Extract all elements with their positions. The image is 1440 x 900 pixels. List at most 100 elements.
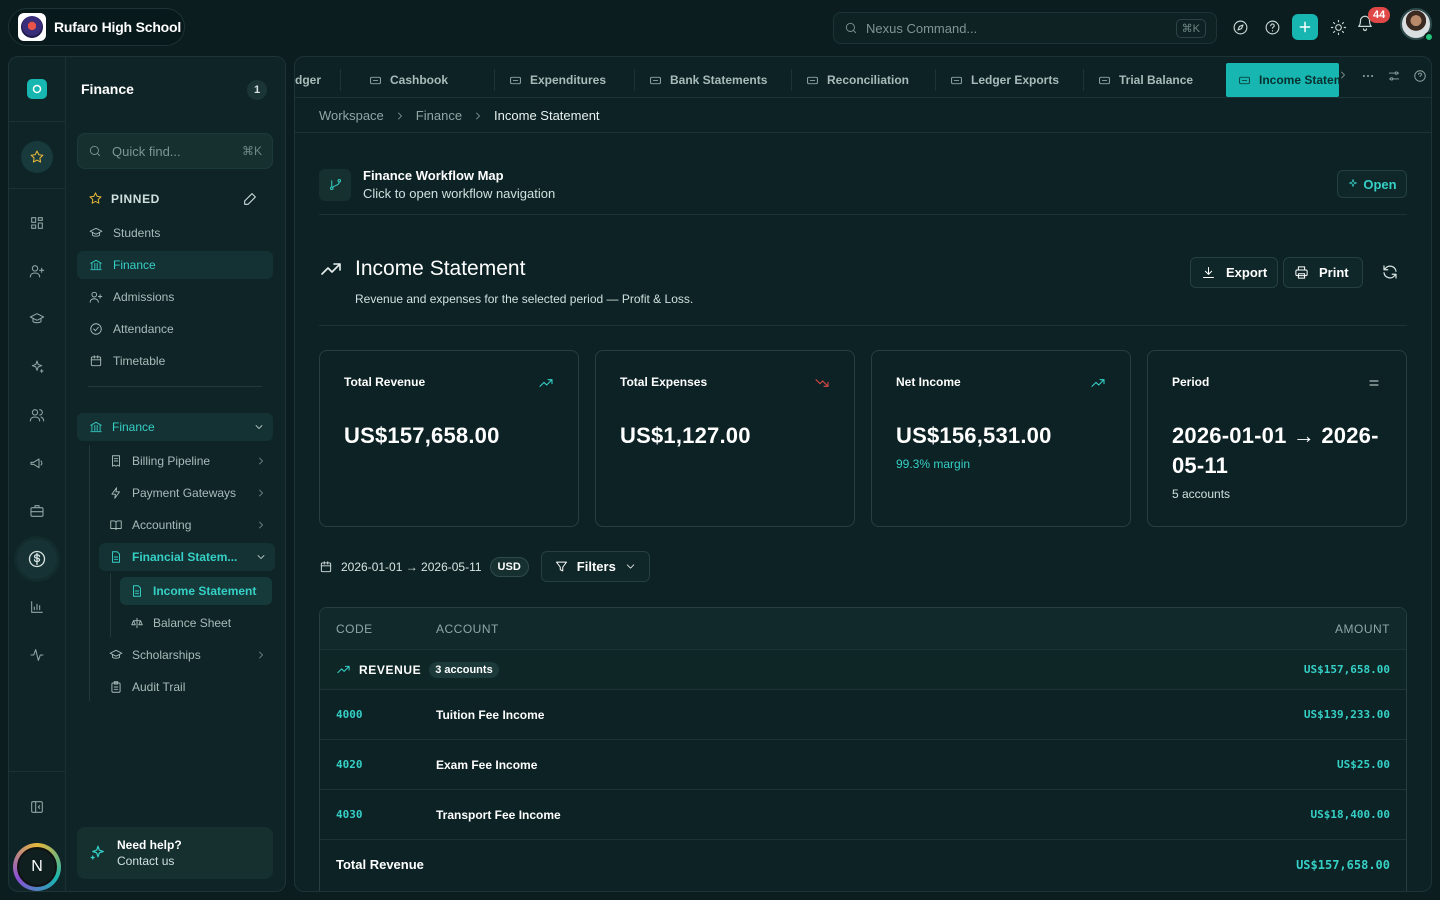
divider <box>88 386 262 387</box>
workflow-map-banner[interactable]: Finance Workflow Map Click to open workf… <box>319 168 555 201</box>
zap-icon <box>109 486 123 500</box>
pinned-item-timetable[interactable]: Timetable <box>77 347 273 375</box>
tab-expenditures[interactable]: Expenditures <box>497 63 606 97</box>
trending-up-icon <box>336 662 351 677</box>
tab-icon <box>509 74 522 87</box>
stat-value: US$156,531.00 <box>896 423 1052 448</box>
user-plus-icon[interactable] <box>27 261 47 281</box>
table-row[interactable]: 4020 Exam Fee Income US$25.00 <box>320 739 1406 789</box>
nav-item-billing-pipeline[interactable]: Billing Pipeline <box>99 447 275 475</box>
chevron-right-icon[interactable] <box>1337 69 1349 83</box>
activity-icon[interactable] <box>27 645 47 665</box>
nav-item-scholarships[interactable]: Scholarships <box>99 641 275 669</box>
chevron-right-icon <box>255 649 267 661</box>
help-subtitle: Contact us <box>117 854 175 868</box>
table-group-revenue[interactable]: REVENUE 3 accounts US$157,658.00 <box>320 649 1406 689</box>
tab-icon <box>369 74 382 87</box>
nav-item-payment-gateways[interactable]: Payment Gateways <box>99 479 275 507</box>
filters-button[interactable]: Filters <box>540 551 650 582</box>
users-icon[interactable] <box>27 405 47 425</box>
stat-card-period: Period 2026-01-01 → 2026-05-11 5 account… <box>1147 350 1407 527</box>
chevron-right-icon <box>472 110 484 122</box>
help-icon[interactable] <box>1260 15 1284 39</box>
pinned-header: PINNED <box>88 191 160 206</box>
table-row[interactable]: 4030 Transport Fee Income US$18,400.00 <box>320 789 1406 839</box>
workflow-open-button[interactable]: Open <box>1337 170 1407 198</box>
tab-reconciliation[interactable]: Reconciliation <box>794 63 909 97</box>
stat-value: 2026-01-01 → 2026-05-11 <box>1172 423 1379 478</box>
nav-item-accounting[interactable]: Accounting <box>99 511 275 539</box>
chevron-right-icon <box>255 519 267 531</box>
tab-income-statement[interactable]: Income Statem <box>1226 63 1339 97</box>
left-panel: N Finance 1 Quick find... ⌘K PINNED Stud… <box>8 56 286 892</box>
tab-icon <box>649 74 662 87</box>
nav-item-financial-statements[interactable]: Financial Statem... <box>99 543 275 571</box>
export-button[interactable]: Export <box>1190 257 1279 288</box>
tab-icon <box>806 74 819 87</box>
bank-icon <box>89 258 103 272</box>
search-icon <box>88 144 102 158</box>
chevron-down-icon <box>253 421 265 433</box>
nav-group-finance[interactable]: Finance <box>77 413 273 441</box>
dashboard-icon[interactable] <box>27 213 47 233</box>
collapse-sidebar-icon[interactable] <box>27 797 47 817</box>
nav-item-balance-sheet[interactable]: Balance Sheet <box>120 609 272 637</box>
nav-item-income-statement[interactable]: Income Statement <box>120 577 272 605</box>
tab-cashbook[interactable]: Cashbook <box>357 63 448 97</box>
app-logo[interactable] <box>27 79 47 99</box>
tab-ledger-exports[interactable]: Ledger Exports <box>938 63 1059 97</box>
sparkles-icon <box>89 844 107 862</box>
theme-sun-icon[interactable] <box>1326 15 1350 39</box>
date-range[interactable]: 2026-01-01 → 2026-05-11 <box>341 560 482 574</box>
breadcrumb-current: Income Statement <box>494 108 600 123</box>
printer-icon <box>1294 265 1309 280</box>
print-button[interactable]: Print <box>1283 257 1363 288</box>
tab-bank-statements[interactable]: Bank Statements <box>637 63 767 97</box>
quick-find-shortcut: ⌘K <box>241 144 262 158</box>
currency-badge: USD <box>489 556 529 577</box>
school-name: Rufaro High School <box>54 19 182 35</box>
table-total-row: Total Revenue US$157,658.00 <box>320 839 1406 889</box>
star-icon[interactable] <box>21 141 53 173</box>
trending-up-icon <box>319 257 343 281</box>
briefcase-icon[interactable] <box>27 501 47 521</box>
help-icon[interactable] <box>1413 69 1427 83</box>
breadcrumb-finance[interactable]: Finance <box>416 108 462 123</box>
bar-chart-icon[interactable] <box>27 597 47 617</box>
chevron-down-icon <box>624 560 637 573</box>
help-title: Need help? <box>117 838 182 852</box>
edit-pinned-icon[interactable] <box>242 191 258 207</box>
nav-item-audit-trail[interactable]: Audit Trail <box>99 673 275 701</box>
breadcrumb-workspace[interactable]: Workspace <box>319 108 384 123</box>
pinned-item-admissions[interactable]: Admissions <box>77 283 273 311</box>
tab-trial-balance[interactable]: Trial Balance <box>1086 63 1193 97</box>
graduation-cap-icon[interactable] <box>27 309 47 329</box>
command-search-input[interactable]: Nexus Command... ⌘K <box>833 12 1217 44</box>
sparkles-icon[interactable] <box>27 357 47 377</box>
trending-up-icon <box>538 375 554 391</box>
notification-count-badge: 44 <box>1368 7 1391 23</box>
megaphone-icon[interactable] <box>27 453 47 473</box>
tab-ledger[interactable]: dger <box>295 63 321 97</box>
help-contact-card[interactable]: Need help? Contact us <box>77 827 273 879</box>
school-switcher[interactable]: Rufaro High School <box>8 8 185 46</box>
user-initial-avatar[interactable]: N <box>13 843 61 891</box>
pinned-item-finance[interactable]: Finance <box>77 251 273 279</box>
secondary-nav: Finance 1 Quick find... ⌘K PINNED Studen… <box>66 57 286 891</box>
pinned-item-attendance[interactable]: Attendance <box>77 315 273 343</box>
workflow-subtitle: Click to open workflow navigation <box>363 186 556 201</box>
page-subtitle: Revenue and expenses for the selected pe… <box>355 292 694 306</box>
compass-icon[interactable] <box>1228 15 1252 39</box>
scale-icon <box>130 616 144 630</box>
net-margin: 99.3% margin <box>896 457 971 471</box>
table-row[interactable]: 4000 Tuition Fee Income US$139,233.00 <box>320 689 1406 739</box>
refresh-icon[interactable] <box>1381 263 1399 281</box>
tab-bar: dger Cashbook Expenditures Bank Statemen… <box>295 57 1431 98</box>
more-icon[interactable] <box>1361 69 1375 83</box>
add-button[interactable] <box>1292 14 1318 40</box>
pinned-item-students[interactable]: Students <box>77 219 273 247</box>
dollar-circle-icon[interactable] <box>17 539 57 579</box>
sliders-icon[interactable] <box>1387 69 1401 83</box>
calendar-icon <box>319 560 333 574</box>
quick-find-input[interactable]: Quick find... ⌘K <box>77 133 273 169</box>
